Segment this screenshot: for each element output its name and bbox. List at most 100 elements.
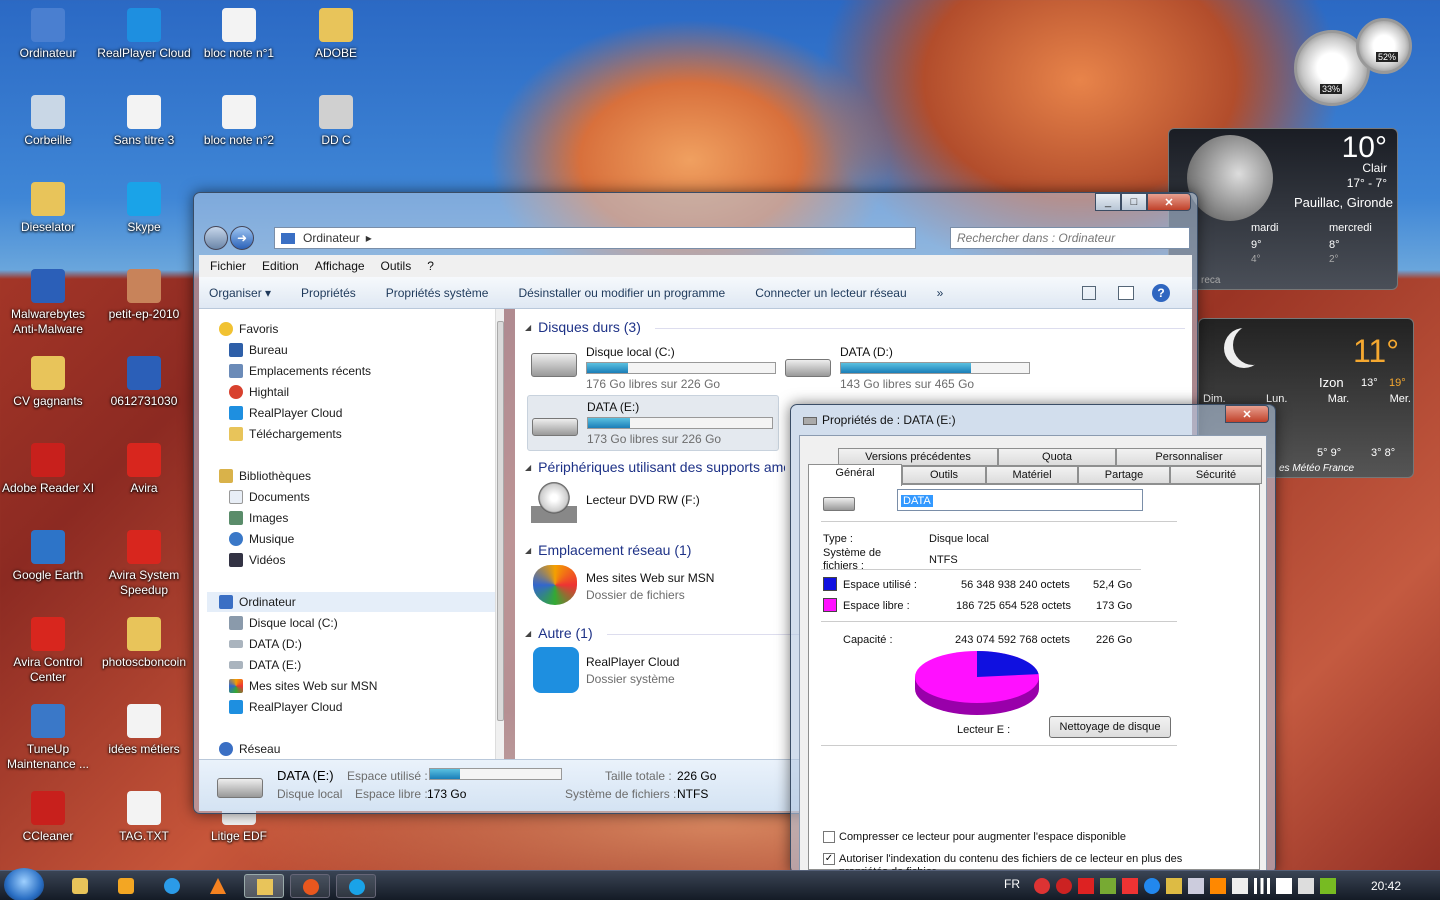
desktop-icon-0612731030[interactable]: 0612731030 — [96, 356, 192, 409]
maximize-button[interactable]: □ — [1121, 193, 1147, 211]
view-icon[interactable] — [1082, 286, 1096, 300]
nav-recent[interactable]: Emplacements récents — [229, 361, 371, 381]
address-bar[interactable]: Ordinateur ▸ — [274, 227, 916, 249]
tab-tools[interactable]: Outils — [902, 466, 986, 484]
nav-realplayer-cloud[interactable]: RealPlayer Cloud — [229, 697, 342, 717]
drive-e-item[interactable]: DATA (E:) 173 Go libres sur 226 Go — [527, 395, 779, 451]
realplayer-cloud-item[interactable]: RealPlayer Cloud Dossier système — [531, 647, 781, 695]
close-button[interactable]: ✕ — [1147, 193, 1191, 211]
desktop-icon-avira-control-center[interactable]: Avira Control Center — [0, 617, 96, 685]
desktop-icon-bloc-note-n-1[interactable]: bloc note n°1 — [191, 8, 287, 61]
scrollbar-thumb[interactable] — [497, 321, 504, 721]
disk-cleanup-button[interactable]: Nettoyage de disque — [1049, 716, 1171, 738]
desktop-icon-sans-titre-3[interactable]: Sans titre 3 — [96, 95, 192, 148]
start-button[interactable] — [4, 868, 44, 900]
desktop-icon-petit-ep-2010[interactable]: petit-ep-2010 — [96, 269, 192, 322]
desktop-icon-realplayer-cloud[interactable]: RealPlayer Cloud — [96, 8, 192, 61]
nav-computer[interactable]: Ordinateur — [207, 592, 495, 612]
desktop-icon-dieselator[interactable]: Dieselator — [0, 182, 96, 235]
section-hard-drives[interactable]: Disques durs (3) — [525, 319, 641, 335]
desktop-icon-ordinateur[interactable]: Ordinateur — [0, 8, 96, 61]
section-other[interactable]: Autre (1) — [525, 625, 592, 641]
tray-icon-2[interactable] — [1056, 878, 1072, 894]
minimize-button[interactable]: _ — [1095, 193, 1121, 211]
section-network-location[interactable]: Emplacement réseau (1) — [525, 542, 691, 558]
tray-icon-7[interactable] — [1166, 878, 1182, 894]
tray-icon-9[interactable] — [1210, 878, 1226, 894]
tray-icon-1[interactable] — [1034, 878, 1050, 894]
taskbar-skype[interactable] — [336, 874, 376, 898]
map-drive-button[interactable]: Connecter un lecteur réseau — [755, 286, 920, 300]
clock[interactable]: 20:42 — [1371, 879, 1401, 893]
cpu-meter-gadget[interactable]: 33% 52% — [1290, 10, 1415, 122]
desktop-icon-bloc-note-n-2[interactable]: bloc note n°2 — [191, 95, 287, 148]
forward-button[interactable]: ➜ — [230, 226, 254, 250]
desktop-icon-ccleaner[interactable]: CCleaner — [0, 791, 96, 844]
section-removable[interactable]: Périphériques utilisant des supports amo… — [525, 459, 785, 475]
desktop-icon-avira[interactable]: Avira — [96, 443, 192, 496]
tab-general[interactable]: Général — [808, 464, 902, 486]
tray-icon-8[interactable] — [1188, 878, 1204, 894]
volume-icon[interactable] — [1298, 878, 1314, 894]
taskbar-ie[interactable] — [152, 874, 192, 898]
taskbar-vlc[interactable] — [198, 874, 238, 898]
flag-icon[interactable] — [1276, 878, 1292, 894]
menu-affichage[interactable]: Affichage — [308, 259, 372, 273]
dialog-close-button[interactable]: ✕ — [1225, 405, 1269, 423]
tray-icon-3[interactable] — [1078, 878, 1094, 894]
nav-bureau[interactable]: Bureau — [229, 340, 288, 360]
nav-music[interactable]: Musique — [229, 529, 294, 549]
search-input[interactable]: Rechercher dans : Ordinateur — [950, 227, 1190, 249]
desktop-icon-id-es-m-tiers[interactable]: idées métiers — [96, 704, 192, 757]
index-checkbox[interactable]: ✓ — [823, 853, 835, 865]
organize-button[interactable]: Organiser ▾ — [209, 286, 285, 300]
nav-scrollbar[interactable] — [495, 309, 504, 759]
desktop-icon-photoscboncoin[interactable]: photoscboncoin — [96, 617, 192, 670]
tray-icon-6[interactable] — [1144, 878, 1160, 894]
menu-edition[interactable]: Edition — [255, 259, 306, 273]
nav-videos[interactable]: Vidéos — [229, 550, 285, 570]
nav-documents[interactable]: Documents — [229, 487, 310, 507]
tray-icon-4[interactable] — [1100, 878, 1116, 894]
nav-favorites[interactable]: Favoris — [219, 319, 278, 339]
msn-item[interactable]: Mes sites Web sur MSN Dossier de fichier… — [531, 565, 781, 611]
help-icon[interactable]: ? — [1152, 284, 1170, 302]
nav-libraries[interactable]: Bibliothèques — [219, 466, 311, 486]
taskbar-app-1[interactable] — [60, 874, 100, 898]
weather-gadget[interactable]: 10° Clair 17° - 7° Pauillac, Gironde mar… — [1168, 128, 1398, 290]
preview-pane-icon[interactable] — [1118, 286, 1134, 300]
desktop-icon-cv-gagnants[interactable]: CV gagnants — [0, 356, 96, 409]
nav-drive-e[interactable]: DATA (E:) — [229, 655, 301, 675]
desktop-icon-dd-c[interactable]: DD C — [288, 95, 384, 148]
drive-name-input[interactable]: DATA — [897, 489, 1143, 511]
nav-images[interactable]: Images — [229, 508, 288, 528]
menu-help[interactable]: ? — [420, 259, 441, 273]
desktop-icon-tag-txt[interactable]: TAG.TXT — [96, 791, 192, 844]
desktop-icon-google-earth[interactable]: Google Earth — [0, 530, 96, 583]
desktop-icon-corbeille[interactable]: Corbeille — [0, 95, 96, 148]
nav-drive-d[interactable]: DATA (D:) — [229, 634, 302, 654]
more-button[interactable]: » — [937, 286, 958, 300]
nav-msn[interactable]: Mes sites Web sur MSN — [229, 676, 377, 696]
nav-network[interactable]: Réseau — [219, 739, 280, 759]
desktop-icon-malwarebytes-anti-malware[interactable]: Malwarebytes Anti-Malware — [0, 269, 96, 337]
desktop-icon-skype[interactable]: Skype — [96, 182, 192, 235]
tab-hardware[interactable]: Matériel — [986, 466, 1078, 484]
network-signal-icon[interactable] — [1254, 878, 1270, 894]
menu-fichier[interactable]: Fichier — [203, 259, 253, 273]
tab-quota[interactable]: Quota — [998, 448, 1116, 466]
dvd-drive-item[interactable]: Lecteur DVD RW (F:) — [531, 481, 781, 527]
properties-button[interactable]: Propriétés — [301, 286, 370, 300]
desktop-icon-avira-system-speedup[interactable]: Avira System Speedup — [96, 530, 192, 598]
tray-icon-nvidia[interactable] — [1320, 878, 1336, 894]
desktop-icon-adobe[interactable]: ADOBE — [288, 8, 384, 61]
nav-realplayer[interactable]: RealPlayer Cloud — [229, 403, 342, 423]
taskbar-app-2[interactable] — [106, 874, 146, 898]
language-indicator[interactable]: FR — [1004, 877, 1020, 891]
system-properties-button[interactable]: Propriétés système — [386, 286, 503, 300]
desktop-icon-adobe-reader-xi[interactable]: Adobe Reader XI — [0, 443, 96, 496]
nav-hightail[interactable]: Hightail — [229, 382, 289, 402]
uninstall-button[interactable]: Désinstaller ou modifier un programme — [518, 286, 739, 300]
back-button[interactable] — [204, 226, 228, 250]
tab-customize[interactable]: Personnaliser — [1116, 448, 1262, 466]
